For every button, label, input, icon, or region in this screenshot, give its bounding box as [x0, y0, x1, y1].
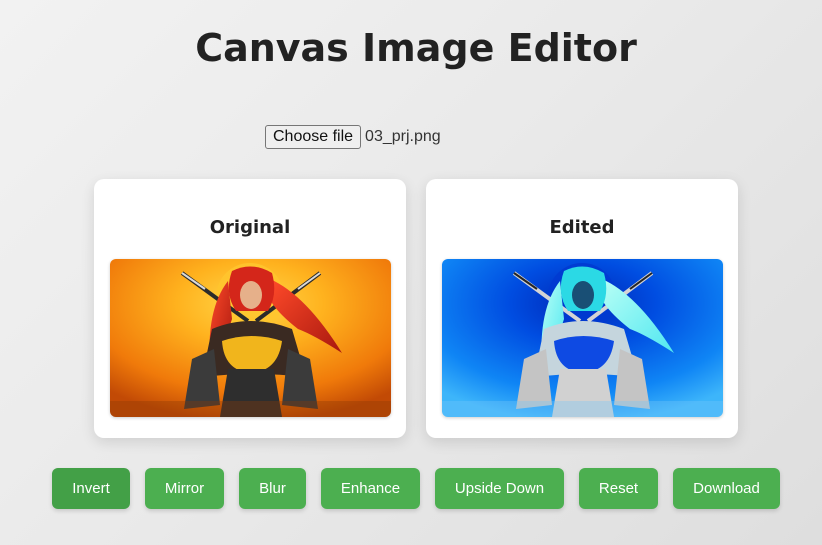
file-input[interactable]: Choose file 03_prj.png: [265, 125, 441, 149]
edited-panel: Edited: [426, 179, 738, 438]
choose-file-button[interactable]: Choose file: [265, 125, 362, 149]
original-canvas: [110, 259, 391, 417]
mirror-button[interactable]: Mirror: [145, 468, 224, 509]
edited-image: [442, 259, 723, 417]
edited-canvas: [442, 259, 723, 417]
reset-button[interactable]: Reset: [579, 468, 658, 509]
invert-button[interactable]: Invert: [52, 468, 130, 509]
enhance-button[interactable]: Enhance: [321, 468, 420, 509]
upside-down-button[interactable]: Upside Down: [435, 468, 564, 509]
original-panel: Original: [94, 179, 406, 438]
original-panel-title: Original: [209, 217, 291, 238]
edited-panel-title: Edited: [549, 217, 615, 238]
download-button[interactable]: Download: [673, 468, 780, 509]
page-title: Canvas Image Editor: [195, 26, 637, 70]
blur-button[interactable]: Blur: [239, 468, 306, 509]
selected-file-name: 03_prj.png: [365, 128, 441, 145]
original-image: [110, 259, 391, 417]
